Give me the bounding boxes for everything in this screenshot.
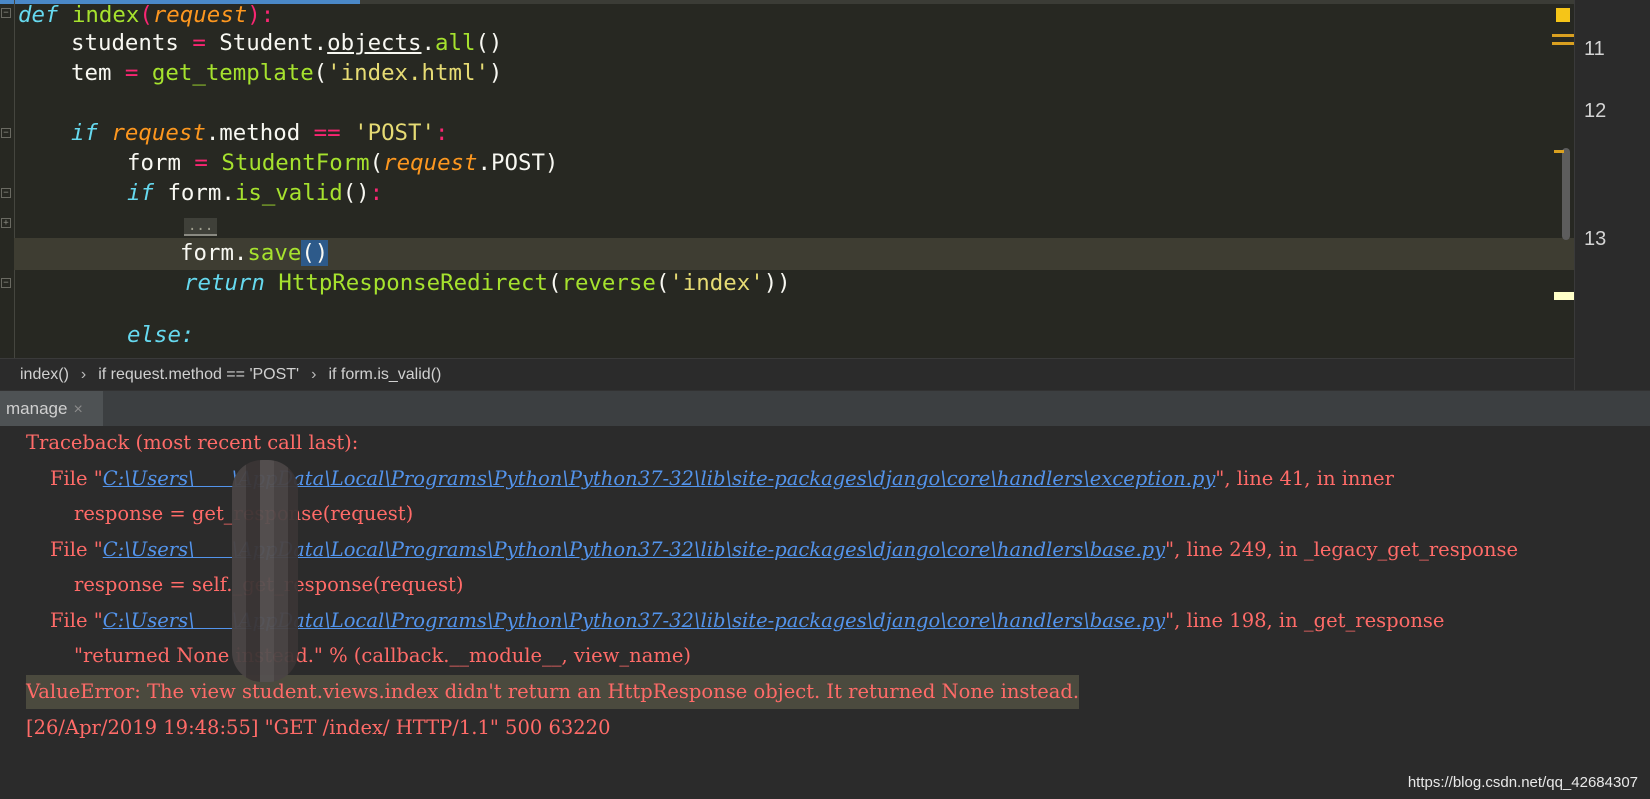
error-message: ValueError: The view student.views.index… [26, 675, 1080, 709]
identifier: tem [71, 60, 112, 86]
code-line[interactable]: students = Student.objects.all() [71, 28, 502, 60]
error-stripe-mark[interactable] [1554, 150, 1564, 153]
editor-gutter: − − − + − [0, 0, 15, 358]
attribute: objects [327, 30, 422, 56]
code-line[interactable]: else: [127, 320, 194, 352]
line-number: 12 [1584, 100, 1607, 122]
operator: = [111, 60, 152, 86]
frame-prefix: File " [50, 538, 103, 561]
method: save [247, 240, 302, 266]
punct: : [260, 2, 275, 28]
string: 'index' [669, 270, 764, 296]
frame-location: ", line 41, in inner [1215, 467, 1394, 490]
frame-prefix: File " [50, 609, 103, 632]
frame-location: ", line 198, in _get_response [1165, 609, 1445, 632]
punct: () [475, 30, 503, 56]
breadcrumb: index() › if request.method == 'POST' › if f… [0, 358, 1574, 390]
punct: )) [763, 270, 791, 296]
string: 'POST' [340, 120, 436, 146]
method: all [435, 30, 476, 56]
fold-expand-icon[interactable]: + [1, 218, 11, 228]
error-stripe-mark[interactable] [1552, 42, 1574, 45]
error-stripe-mark[interactable] [1552, 34, 1574, 37]
code-line[interactable]: tem = get_template('index.html') [71, 58, 502, 90]
punct: ( [369, 150, 384, 176]
selected-text: () [301, 240, 329, 266]
punct: ) [488, 60, 503, 86]
watermark: https://blog.csdn.net/qq_42684307 [1407, 774, 1638, 791]
tab-manage[interactable]: manage × [0, 391, 103, 427]
operator: == [313, 120, 341, 146]
punct: () [342, 180, 370, 206]
close-icon[interactable]: × [73, 401, 82, 418]
breadcrumb-item[interactable]: index() [20, 366, 69, 383]
code-line[interactable]: if request.method == 'POST': [71, 118, 449, 150]
warning-marker-icon[interactable] [1556, 8, 1570, 22]
identifier: Student. [219, 30, 328, 56]
code-editor[interactable]: − − − + − def index(request): students =… [0, 0, 1650, 358]
code-line[interactable]: form = StudentForm(request.POST) [127, 148, 558, 180]
class-name: StudentForm [221, 150, 370, 176]
class-name: HttpResponseRedirect [278, 270, 548, 296]
code-line[interactable]: if form.is_valid(): [127, 178, 383, 210]
traceback-header: Traceback (most recent call last): [26, 431, 359, 454]
operator: = [180, 150, 222, 176]
punct: ( [547, 270, 562, 296]
method: is_valid [234, 180, 343, 206]
punct: : [369, 180, 384, 206]
fold-marker-icon[interactable]: − [1, 8, 11, 18]
redacted-username-blur [232, 460, 298, 682]
param: request [111, 120, 206, 146]
punct: : [435, 120, 449, 146]
breadcrumb-item[interactable]: if form.is_valid() [328, 366, 441, 383]
keyword: else: [127, 322, 195, 348]
caret-stripe-mark[interactable] [1554, 292, 1574, 300]
current-code-line[interactable]: form.save() [14, 238, 1578, 270]
side-panel: 11 12 13 [1574, 0, 1650, 390]
fold-marker-icon[interactable]: − [1, 128, 11, 138]
punct: . [421, 30, 435, 56]
folded-code-block[interactable]: ... [184, 218, 218, 236]
run-tab-bar: manage × [0, 390, 1650, 427]
tab-label: manage [6, 399, 68, 418]
string: 'index.html' [327, 60, 489, 86]
line-number: 11 [1584, 38, 1605, 60]
editor-top-border [360, 0, 1650, 4]
editor-scrollbar[interactable] [1562, 148, 1570, 240]
punct: ( [139, 2, 153, 28]
keyword: return [184, 270, 265, 296]
breadcrumb-item[interactable]: if request.method == 'POST' [98, 366, 299, 383]
identifier: students [71, 30, 179, 56]
server-log-line: [26/Apr/2019 19:48:55] "GET /index/ HTTP… [26, 716, 611, 739]
punct: ( [313, 60, 328, 86]
attribute: .method [205, 120, 314, 146]
punct: ( [655, 270, 670, 296]
fold-marker-icon[interactable]: − [1, 278, 11, 288]
keyword: def [18, 2, 59, 28]
identifier: form [127, 150, 181, 176]
function-name: get_template [151, 60, 314, 86]
code-line[interactable]: return HttpResponseRedirect(reverse('ind… [184, 268, 791, 300]
chevron-right-icon: › [311, 366, 317, 383]
keyword: if [127, 180, 154, 206]
chevron-right-icon: › [80, 366, 87, 383]
param: request [383, 150, 478, 176]
identifier: form. [153, 180, 235, 206]
frame-code: "returned None instead." % (callback.__m… [74, 644, 691, 667]
frame-location: ", line 249, in _legacy_get_response [1165, 538, 1519, 561]
line-number: 13 [1584, 228, 1607, 250]
keyword: if [71, 120, 98, 146]
fold-marker-icon[interactable]: − [1, 188, 11, 198]
identifier: form. [180, 240, 248, 266]
function-name: index [71, 2, 140, 28]
punct: ) [247, 2, 261, 28]
attribute: .POST) [477, 150, 559, 176]
frame-prefix: File " [50, 467, 103, 490]
param: request [152, 2, 248, 28]
function-name: reverse [561, 270, 656, 296]
code-line[interactable]: ... [184, 208, 218, 240]
operator: = [178, 30, 220, 56]
